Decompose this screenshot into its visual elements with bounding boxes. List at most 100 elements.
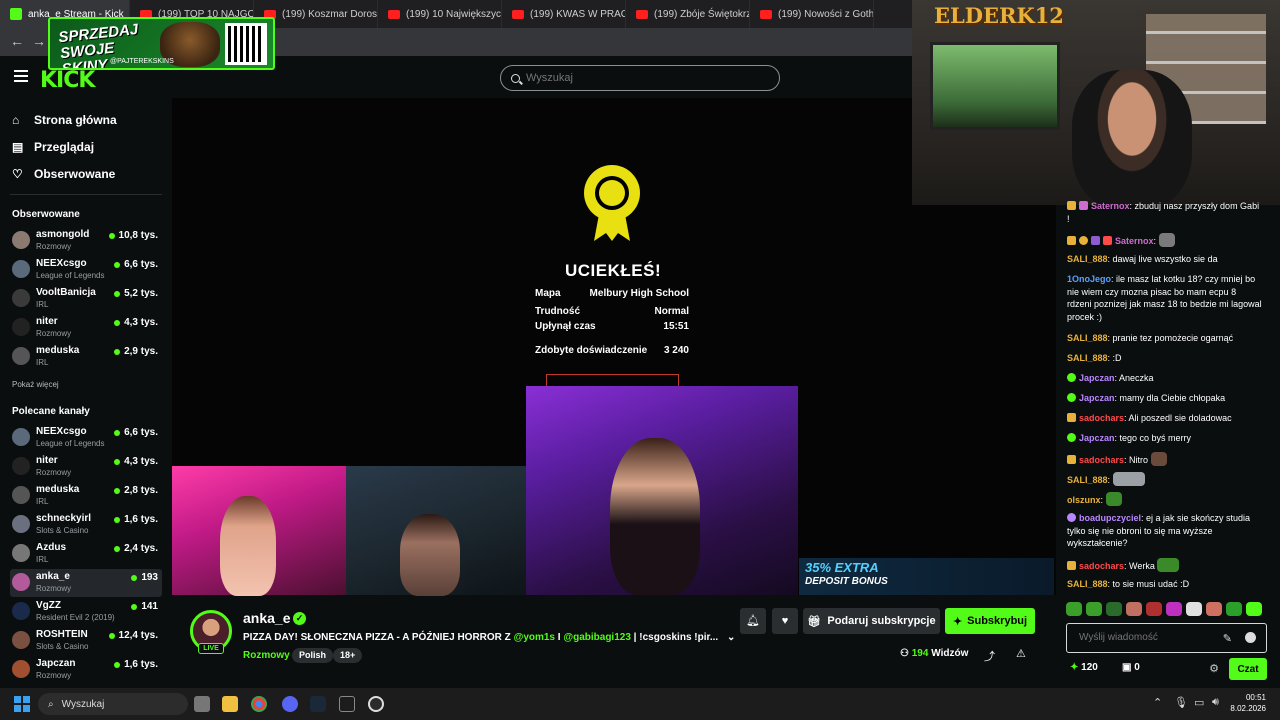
follow-heart-icon[interactable]: ♥: [772, 608, 798, 634]
tab-youtube-3[interactable]: (199) 10 Największych✕: [378, 0, 502, 28]
emote[interactable]: [1146, 602, 1162, 616]
chevron-down-icon[interactable]: ⌄: [727, 632, 735, 643]
emote[interactable]: [1246, 602, 1262, 616]
report-warning-icon[interactable]: ⚠: [1016, 647, 1026, 660]
windows-start-icon[interactable]: [14, 696, 30, 712]
streamer-name[interactable]: anka_e: [243, 610, 290, 626]
search-input[interactable]: [526, 72, 756, 84]
chrome-icon[interactable]: [251, 696, 267, 712]
recommended-channel[interactable]: VgZZ Resident Evil 2 (2019) 141: [10, 598, 162, 626]
display-icon[interactable]: ▭: [1194, 696, 1204, 709]
tab-youtube-4[interactable]: (199) KWAS W PRACY✕: [502, 0, 626, 28]
emote[interactable]: [1126, 602, 1142, 616]
avatar: [12, 347, 30, 365]
avatar: [12, 260, 30, 278]
person-figure: [220, 496, 276, 596]
emote[interactable]: [1106, 602, 1122, 616]
recommended-channel-selected[interactable]: anka_e Rozmowy 193: [10, 569, 162, 597]
chevron-up-icon[interactable]: ⌃: [1153, 696, 1162, 709]
avatar: [12, 602, 30, 620]
emote[interactable]: [1086, 602, 1102, 616]
channel-points[interactable]: ✦ 120: [1070, 662, 1098, 673]
chat-message: Saternox:: [1067, 233, 1263, 248]
youtube-favicon-icon: [760, 9, 772, 19]
stream-category[interactable]: Rozmowy: [243, 650, 290, 661]
send-chat-button[interactable]: Czat: [1229, 658, 1267, 680]
tag-age[interactable]: 18+: [333, 648, 363, 663]
sidebar-nav-home[interactable]: ⌂ Strona główna: [12, 113, 117, 127]
task-view-icon[interactable]: [194, 696, 210, 712]
recommended-channel[interactable]: NEEXcsgo League of Legends 6,6 tys.: [10, 424, 162, 452]
chat-message: sadochars: Nitro: [1067, 452, 1263, 467]
search-icon: [511, 73, 520, 83]
recommended-channel[interactable]: schneckyirl Slots & Casino 1,6 tys.: [10, 511, 162, 539]
live-dot-icon: [131, 574, 138, 581]
gift-counter[interactable]: ▣ 0: [1122, 662, 1140, 673]
sidebar-nav-following[interactable]: ♡ Obserwowane: [12, 167, 115, 181]
menu-icon[interactable]: [14, 70, 28, 82]
followed-channel[interactable]: asmongold Rozmowy 10,8 tys.: [10, 227, 162, 255]
notification-bell-icon[interactable]: 🔔︎: [740, 608, 766, 634]
followed-channel[interactable]: meduska IRL 2,9 tys.: [10, 343, 162, 371]
emote[interactable]: [1226, 602, 1242, 616]
tab-youtube-6[interactable]: (199) Nowości z Goth✕: [750, 0, 874, 28]
person-figure: [400, 514, 460, 596]
star-icon: ✦: [952, 615, 963, 628]
mention-link[interactable]: @gabibagi123: [563, 632, 631, 643]
obs-icon[interactable]: [368, 696, 384, 712]
chat-input-box[interactable]: ✎: [1066, 623, 1267, 653]
live-dot-icon: [114, 348, 121, 355]
share-icon[interactable]: ⤴: [984, 648, 995, 664]
chat-input[interactable]: [1079, 632, 1219, 643]
taskbar-search[interactable]: ⌕ Wyszukaj: [38, 693, 188, 715]
followed-channel[interactable]: VooltBanicja IRL 5,2 tys.: [10, 285, 162, 313]
recommended-channel[interactable]: niter Rozmowy 4,3 tys.: [10, 453, 162, 481]
recommended-channel[interactable]: ROSHTEIN Slots & Casino 12,4 tys.: [10, 627, 162, 655]
tab-youtube-5[interactable]: (199) Zbóje Świętokrz✕: [626, 0, 750, 28]
emote[interactable]: [1166, 602, 1182, 616]
home-icon: ⌂: [12, 113, 20, 127]
emote[interactable]: [1206, 602, 1222, 616]
show-more-link[interactable]: Pokaż więcej: [12, 380, 59, 389]
chat-message: Japczan: Aneczka: [1067, 372, 1263, 385]
avatar: [12, 428, 30, 446]
translate-icon[interactable]: ✎: [1223, 632, 1232, 645]
recommended-channel[interactable]: meduska IRL 2,8 tys.: [10, 482, 162, 510]
subscribe-button[interactable]: ✦ Subskrybuj: [945, 608, 1035, 634]
live-dot-icon: [114, 487, 121, 494]
settings-gear-icon[interactable]: ⚙: [1209, 662, 1219, 675]
steam-icon[interactable]: [310, 696, 326, 712]
youtube-favicon-icon: [512, 9, 524, 19]
gift-subscription-button[interactable]: 🎁︎ Podaruj subskrypcje: [803, 608, 940, 634]
promo-banner: SPRZEDAJ SWOJE SKINY @PAJTEREKSKINS: [48, 17, 275, 70]
mention-link[interactable]: @yom1s: [514, 632, 555, 643]
followed-channel[interactable]: niter Rozmowy 4,3 tys.: [10, 314, 162, 342]
recommended-channel[interactable]: Japczan Rozmowy 1,6 tys.: [10, 656, 162, 684]
avatar: [12, 486, 30, 504]
search-bar[interactable]: [500, 65, 780, 91]
escape-title: UCIEKŁEŚ!: [565, 261, 662, 280]
gift-icon: ▣: [1122, 662, 1132, 673]
followed-channel[interactable]: NEEXcsgo League of Legends 6,6 tys.: [10, 256, 162, 284]
volume-icon[interactable]: 🔊︎: [1212, 696, 1219, 709]
back-arrow-icon[interactable]: ←: [10, 33, 24, 49]
emote: [1150, 452, 1167, 466]
forward-arrow-icon[interactable]: →: [32, 33, 46, 49]
chat-message: Japczan: mamy dla Ciebie chłopaka: [1067, 392, 1263, 405]
sidebar-nav-browse[interactable]: ▤ Przeglądaj: [12, 140, 94, 154]
promo-handle: @PAJTEREKSKINS: [110, 58, 174, 65]
file-explorer-icon[interactable]: [222, 696, 238, 712]
chat-message: sadochars: Ali poszedl sie doladowac: [1067, 412, 1263, 425]
kick-logo[interactable]: KICK: [40, 68, 95, 93]
emote[interactable]: [1066, 602, 1082, 616]
emoji-icon[interactable]: [1245, 632, 1256, 643]
xbox-icon[interactable]: [339, 696, 355, 712]
recommended-channel[interactable]: Azdus IRL 2,4 tys.: [10, 540, 162, 568]
discord-icon[interactable]: [282, 696, 298, 712]
live-dot-icon: [114, 429, 121, 436]
live-dot-icon: [114, 545, 121, 552]
tag-language[interactable]: Polish: [292, 648, 334, 663]
system-clock[interactable]: 00:51 8.02.2026: [1230, 692, 1266, 714]
microphone-icon[interactable]: 🎙︎: [1174, 696, 1188, 709]
emote[interactable]: [1186, 602, 1202, 616]
